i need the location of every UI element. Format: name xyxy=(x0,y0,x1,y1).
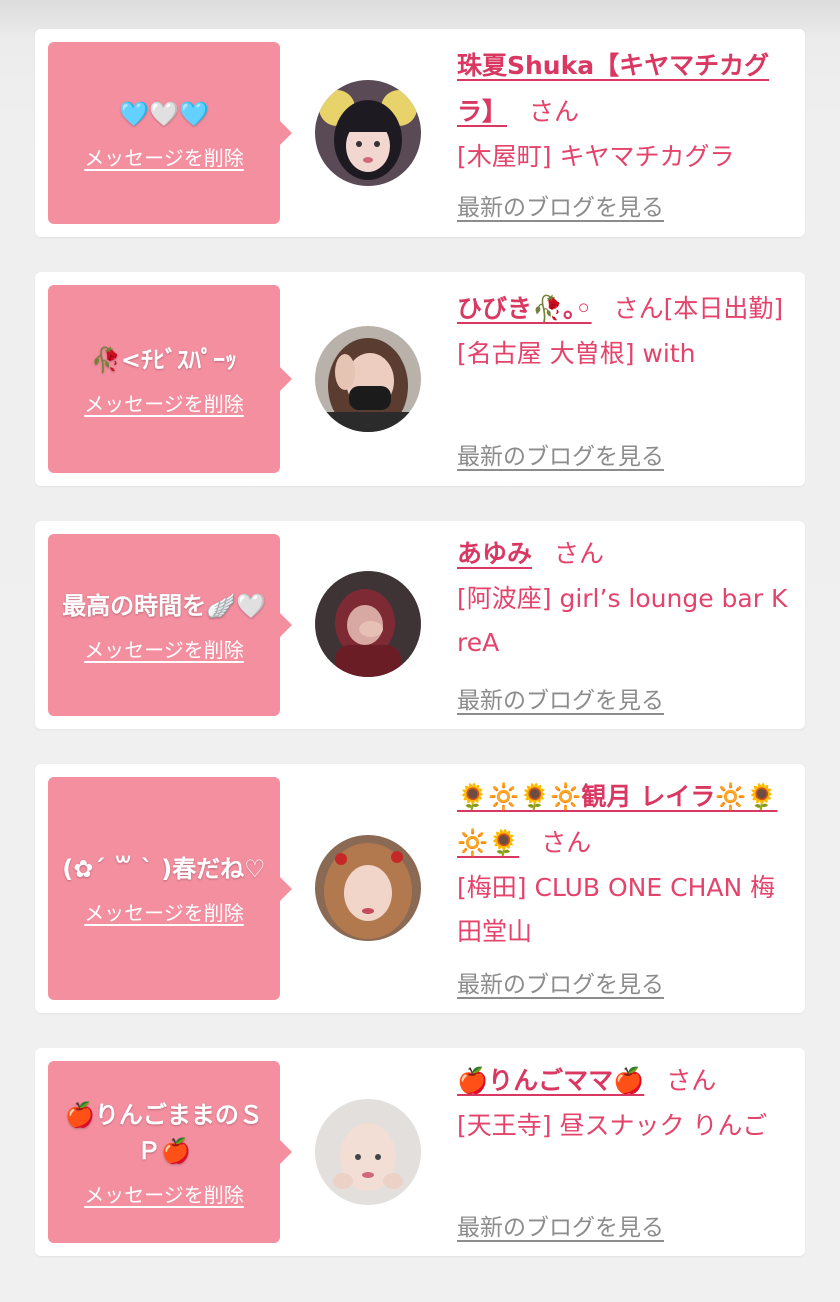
honorific: さん xyxy=(529,97,580,126)
shop-name: [梅田] CLUB ONE CHAN 梅田堂山 xyxy=(457,873,776,946)
delete-message-link[interactable]: メッセージを削除 xyxy=(84,1179,244,1208)
message-text: 最高の時間を🪽🤍 xyxy=(62,591,266,620)
avatar-photo-icon xyxy=(315,571,421,677)
latest-blog-link[interactable]: 最新のブログを見る xyxy=(457,1208,664,1242)
latest-blog-link[interactable]: 最新のブログを見る xyxy=(457,437,664,471)
cast-name-line: あゆみ さん xyxy=(457,531,793,577)
message-text: 🥀<ﾁﾋﾞｽﾊﾟｰｯ xyxy=(91,345,237,374)
cast-info: 🍎りんごママ🍎 さん [天王寺] 昼スナック りんご xyxy=(457,1058,793,1148)
delete-message-link[interactable]: メッセージを削除 xyxy=(84,634,244,663)
delete-message-link[interactable]: メッセージを削除 xyxy=(84,142,244,171)
honorific: さん xyxy=(554,539,605,568)
cast-info: ひびき🥀｡◦ さん[本日出勤] [名古屋 大曽根] with xyxy=(457,286,793,376)
avatar-photo-icon xyxy=(315,80,421,186)
avatar-photo-icon xyxy=(315,1099,421,1205)
favorite-card: 🥀<ﾁﾋﾞｽﾊﾟｰｯ メッセージを削除 ひびき🥀｡◦ さん[本日出勤] [名古屋 … xyxy=(35,272,805,486)
avatar[interactable] xyxy=(315,326,421,432)
message-bubble: 🍎りんごままのＳＰ🍎 メッセージを削除 xyxy=(48,1061,292,1243)
favorite-card: 🩵🤍🩵 メッセージを削除 珠夏Shuka【キヤマチカグラ】 さん [木屋町] キヤ… xyxy=(35,29,805,237)
message-text: (✿´ ꒳ ` )春だね♡ xyxy=(62,855,266,883)
cast-info: 珠夏Shuka【キヤマチカグラ】 さん [木屋町] キヤマチカグラ xyxy=(457,43,793,179)
message-bubble: 🥀<ﾁﾋﾞｽﾊﾟｰｯ メッセージを削除 xyxy=(48,285,292,473)
delete-message-link[interactable]: メッセージを削除 xyxy=(84,897,244,926)
cast-name-link[interactable]: ひびき🥀｡◦ xyxy=(457,294,592,323)
favorite-card: 最高の時間を🪽🤍 メッセージを削除 あゆみ さん [阿波座] girl’s lou… xyxy=(35,521,805,729)
cast-name-link[interactable]: 珠夏Shuka【キヤマチカグラ】 xyxy=(457,51,769,126)
honorific: さん xyxy=(666,1066,717,1095)
avatar[interactable] xyxy=(315,835,421,941)
message-text: 🍎りんごままのＳＰ🍎 xyxy=(65,1100,263,1165)
cast-name-line: 🍎りんごママ🍎 さん xyxy=(457,1058,793,1104)
shop-name: [木屋町] キヤマチカグラ xyxy=(457,142,735,171)
latest-blog-link[interactable]: 最新のブログを見る xyxy=(457,188,664,222)
avatar-photo-icon xyxy=(315,326,421,432)
latest-blog-link[interactable]: 最新のブログを見る xyxy=(457,965,664,999)
message-bubble: (✿´ ꒳ ` )春だね♡ メッセージを削除 xyxy=(48,777,292,1000)
cast-info: あゆみ さん [阿波座] girl’s lounge bar KreA xyxy=(457,531,793,665)
cast-info: 🌻🔆🌻🔆観月 レイラ🔆🌻🔆🌻 さん [梅田] CLUB ONE CHAN 梅田堂山 xyxy=(457,774,793,954)
favorite-card: 🍎りんごままのＳＰ🍎 メッセージを削除 🍎りんごママ🍎 さん [天王寺] 昼スナッ… xyxy=(35,1048,805,1256)
favorite-card: (✿´ ꒳ ` )春だね♡ メッセージを削除 🌻🔆🌻🔆観月 レイラ🔆🌻🔆🌻 さん … xyxy=(35,764,805,1013)
cast-name-link[interactable]: 🌻🔆🌻🔆観月 レイラ🔆🌻🔆🌻 xyxy=(457,782,777,857)
avatar-photo-icon xyxy=(315,835,421,941)
shop-name: [名古屋 大曽根] with xyxy=(457,339,696,368)
message-bubble: 最高の時間を🪽🤍 メッセージを削除 xyxy=(48,534,292,716)
cast-name-line: 珠夏Shuka【キヤマチカグラ】 さん xyxy=(457,43,793,135)
message-text: 🩵🤍🩵 xyxy=(119,99,209,128)
shop-name: [天王寺] 昼スナック りんご xyxy=(457,1111,768,1140)
message-bubble: 🩵🤍🩵 メッセージを削除 xyxy=(48,42,292,224)
cast-name-line: ひびき🥀｡◦ さん[本日出勤] xyxy=(457,286,793,332)
cast-name-line: 🌻🔆🌻🔆観月 レイラ🔆🌻🔆🌻 さん xyxy=(457,774,793,866)
honorific: さん[本日出勤] xyxy=(613,294,784,323)
delete-message-link[interactable]: メッセージを削除 xyxy=(84,388,244,417)
latest-blog-link[interactable]: 最新のブログを見る xyxy=(457,681,664,715)
cast-name-link[interactable]: あゆみ xyxy=(457,539,532,568)
avatar[interactable] xyxy=(315,80,421,186)
cast-name-link[interactable]: 🍎りんごママ🍎 xyxy=(457,1066,644,1095)
honorific: さん xyxy=(541,828,592,857)
avatar[interactable] xyxy=(315,1099,421,1205)
avatar[interactable] xyxy=(315,571,421,677)
shop-name: [阿波座] girl’s lounge bar KreA xyxy=(457,584,788,657)
